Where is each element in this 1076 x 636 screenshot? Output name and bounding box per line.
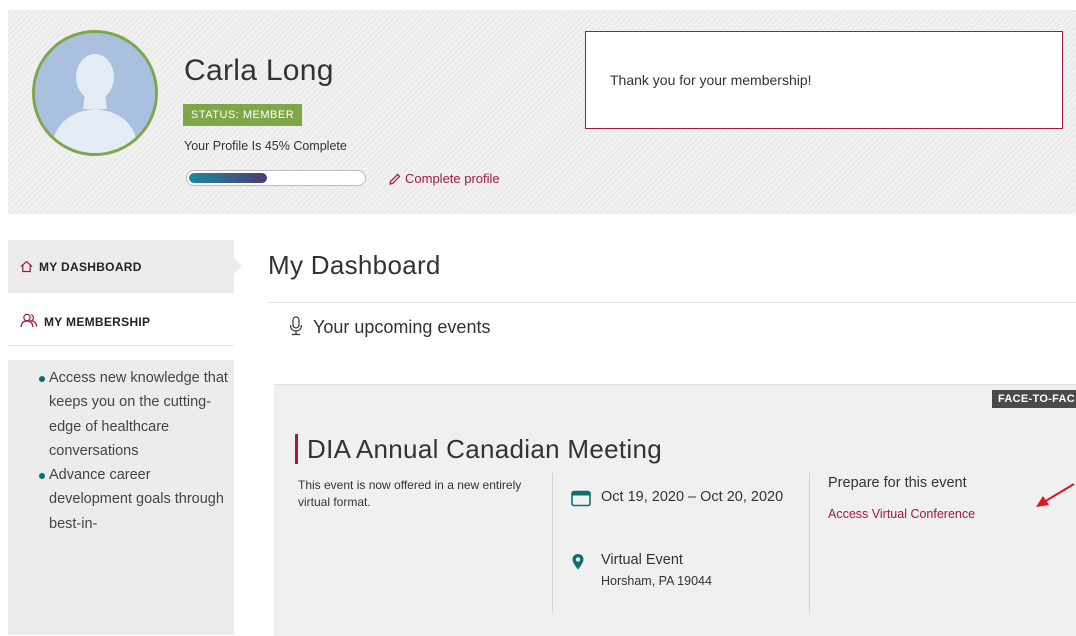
complete-profile-link[interactable]: Complete profile — [389, 171, 500, 186]
calendar-icon — [571, 490, 591, 507]
sidebar-item-label: MY MEMBERSHIP — [44, 315, 151, 329]
members-icon — [20, 313, 38, 328]
home-icon — [20, 260, 33, 273]
event-location-name: Virtual Event — [601, 552, 683, 568]
divider — [268, 302, 1076, 303]
column-divider — [809, 473, 810, 613]
active-indicator — [234, 258, 242, 274]
event-location: Virtual Event Horsham, PA 19044 — [571, 552, 712, 588]
complete-profile-label: Complete profile — [405, 171, 500, 186]
membership-notice: Thank you for your membership! — [585, 31, 1063, 129]
profile-progress-fill — [189, 173, 267, 183]
benefit-item: Access new knowledge that keeps you on t… — [39, 366, 234, 463]
sidebar-item-label: MY DASHBOARD — [39, 260, 142, 274]
event-description: This event is now offered in a new entir… — [298, 478, 522, 509]
page-title: My Dashboard — [268, 250, 441, 280]
event-title[interactable]: DIA Annual Canadian Meeting — [295, 434, 662, 464]
location-pin-icon — [572, 554, 584, 570]
event-type-badge: FACE-TO-FAC — [992, 390, 1076, 408]
prepare-heading: Prepare for this event — [828, 475, 967, 491]
event-date-text: Oct 19, 2020 – Oct 20, 2020 — [601, 489, 784, 505]
access-virtual-conference-link[interactable]: Access Virtual Conference — [828, 507, 975, 521]
status-badge: STATUS: MEMBER — [183, 104, 303, 126]
sidebar-item-membership[interactable]: MY MEMBERSHIP — [8, 293, 234, 346]
microphone-icon — [289, 316, 303, 336]
benefit-item: Advance career development goals through… — [39, 463, 234, 536]
membership-benefits: Access new knowledge that keeps you on t… — [8, 360, 234, 635]
annotation-arrow-icon — [1036, 483, 1075, 507]
membership-notice-text: Thank you for your membership! — [610, 72, 812, 88]
event-card: FACE-TO-FAC DIA Annual Canadian Meeting … — [274, 384, 1076, 636]
avatar[interactable] — [32, 30, 158, 156]
upcoming-events-label: Your upcoming events — [313, 317, 491, 337]
event-date: Oct 19, 2020 – Oct 20, 2020 — [571, 489, 801, 507]
profile-completion-text: Your Profile Is 45% Complete — [184, 139, 347, 153]
event-location-address: Horsham, PA 19044 — [601, 574, 712, 588]
user-silhouette-icon — [35, 33, 155, 153]
profile-name: Carla Long — [184, 54, 334, 87]
upcoming-events-heading: Your upcoming events — [289, 316, 490, 338]
pencil-icon — [389, 173, 401, 185]
sidebar-item-dashboard[interactable]: MY DASHBOARD — [8, 240, 242, 293]
column-divider — [552, 473, 553, 613]
profile-progress-bar — [186, 170, 366, 186]
